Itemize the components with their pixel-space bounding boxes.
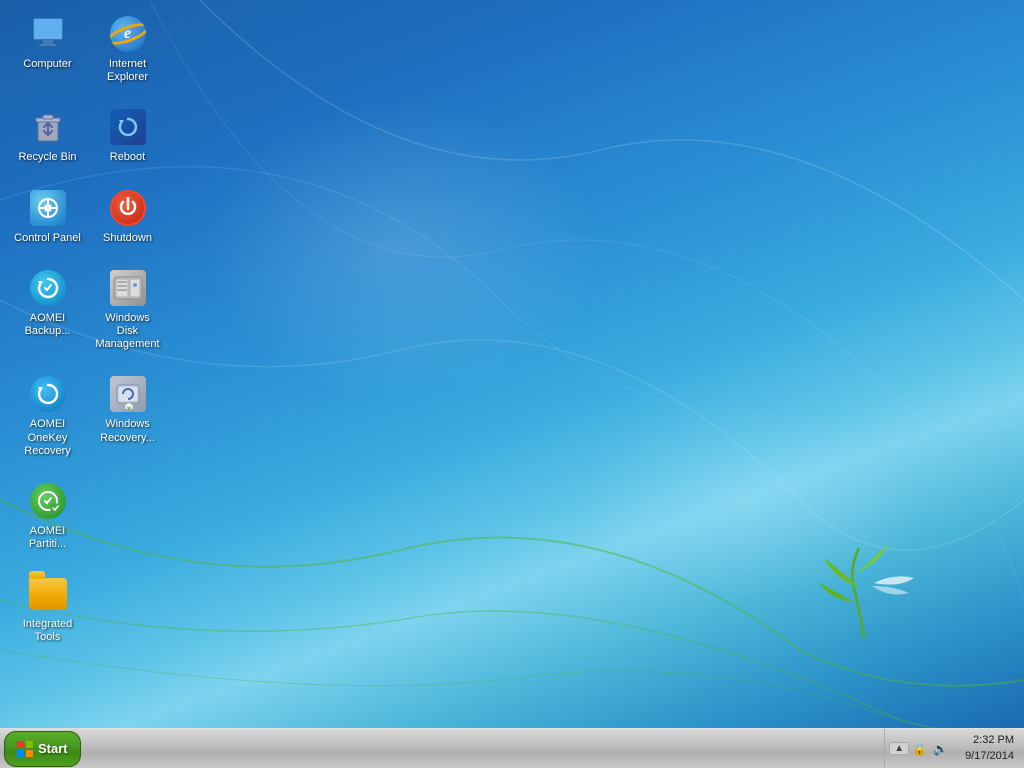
desktop: Computer e Internet Explorer <box>0 0 1024 728</box>
integrated-tools-icon[interactable]: Integrated Tools <box>10 570 85 648</box>
desktop-glow <box>200 100 600 400</box>
desktop-icons: Computer e Internet Explorer <box>10 10 165 649</box>
icon-row-6: Integrated Tools <box>10 570 165 648</box>
icon-row-5: AOMEI Partiti... <box>10 477 165 555</box>
partition-label: AOMEI Partiti... <box>14 525 81 551</box>
integrated-tools-label: Integrated Tools <box>14 618 81 644</box>
computer-label: Computer <box>23 58 71 71</box>
windows-logo-icon <box>17 741 33 757</box>
recycle-bin-img <box>28 107 68 147</box>
partition-img <box>28 481 68 521</box>
shutdown-label: Shutdown <box>103 232 152 245</box>
integrated-tools-img <box>28 574 68 614</box>
reboot-label: Reboot <box>110 151 145 164</box>
reboot-icon-img <box>108 107 148 147</box>
start-button[interactable]: Start <box>4 731 81 767</box>
control-panel-icon[interactable]: Control Panel <box>10 184 85 249</box>
network-tray-icon[interactable]: 🔒 <box>909 740 930 758</box>
volume-tray-icon[interactable]: 🔊 <box>930 740 951 758</box>
recycle-bin-icon[interactable]: Recycle Bin <box>10 103 85 168</box>
shutdown-icon-img <box>108 188 148 228</box>
computer-icon[interactable]: Computer <box>10 10 85 88</box>
winrecovery-label: Windows Recovery... <box>94 418 161 444</box>
shutdown-icon[interactable]: Shutdown <box>90 184 165 249</box>
recycle-bin-label: Recycle Bin <box>18 151 76 164</box>
icon-row-1: Recycle Bin Reboot <box>10 103 165 168</box>
icon-row-0: Computer e Internet Explorer <box>10 10 165 88</box>
winrecovery-icon[interactable]: Windows Recovery... <box>90 370 165 462</box>
onekey-label: AOMEI OneKey Recovery <box>14 418 81 458</box>
desktop-glow2 <box>574 400 924 600</box>
aomei-backup-icon[interactable]: AOMEI Backup... <box>10 264 85 356</box>
disk-mgmt-icon[interactable]: Windows Disk Management <box>90 264 165 356</box>
start-label: Start <box>38 741 68 756</box>
taskbar: Start ▲ 🔒 🔊 2:32 PM 9/17/2014 <box>0 728 1024 768</box>
disk-mgmt-img <box>108 268 148 308</box>
control-panel-img <box>28 188 68 228</box>
winrecovery-img <box>108 374 148 414</box>
disk-mgmt-label: Windows Disk Management <box>94 312 161 352</box>
aomei-backup-label: AOMEI Backup... <box>14 312 81 338</box>
onekey-icon[interactable]: AOMEI OneKey Recovery <box>10 370 85 462</box>
taskbar-clock[interactable]: 2:32 PM 9/17/2014 <box>955 731 1024 766</box>
tray-expand-button[interactable]: ▲ <box>889 742 909 755</box>
clock-date: 9/17/2014 <box>965 749 1014 764</box>
ie-label: Internet Explorer <box>94 58 161 84</box>
plant-decoration <box>804 528 924 648</box>
taskbar-tray: ▲ 🔒 🔊 <box>884 729 955 768</box>
icon-row-3: AOMEI Backup... <box>10 264 165 356</box>
control-panel-label: Control Panel <box>14 232 81 245</box>
aomei-backup-img <box>28 268 68 308</box>
clock-time: 2:32 PM <box>965 733 1014 748</box>
reboot-icon[interactable]: Reboot <box>90 103 165 168</box>
icon-row-4: AOMEI OneKey Recovery <box>10 370 165 462</box>
icon-row-2: Control Panel Shutdown <box>10 184 165 249</box>
ie-icon-img: e <box>108 14 148 54</box>
computer-icon-img <box>28 14 68 54</box>
onekey-img <box>28 374 68 414</box>
partition-icon[interactable]: AOMEI Partiti... <box>10 477 85 555</box>
ie-icon[interactable]: e Internet Explorer <box>90 10 165 88</box>
